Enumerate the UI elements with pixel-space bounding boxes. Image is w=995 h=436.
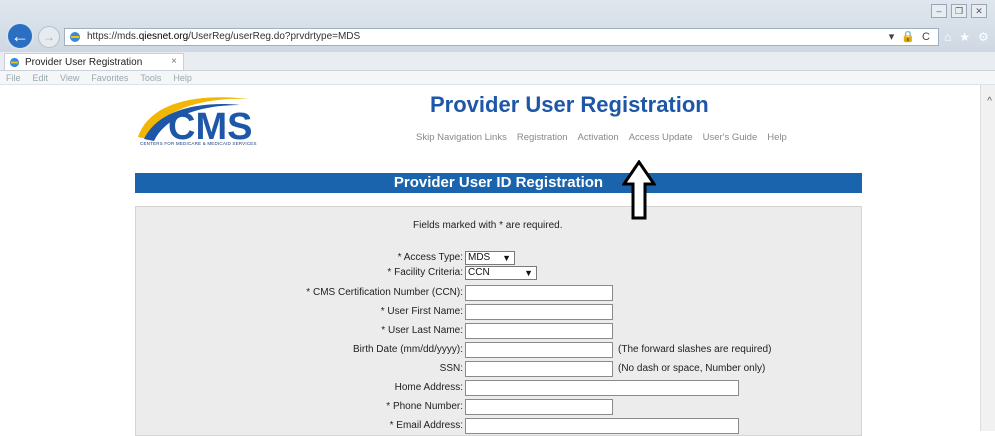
home-address-input[interactable] xyxy=(465,380,739,396)
menu-help[interactable]: Help xyxy=(173,73,192,83)
ssn-hint: (No dash or space, Number only) xyxy=(618,363,766,374)
address-bar[interactable]: https://mds.qiesnet.org/UserReg/userReg.… xyxy=(64,28,939,46)
first-name-input[interactable] xyxy=(465,304,613,320)
ccn-input[interactable] xyxy=(465,285,613,301)
home-address-label: Home Address: xyxy=(394,382,463,393)
ie-page-icon xyxy=(70,32,80,42)
minimize-button[interactable]: – xyxy=(931,4,947,18)
chevron-down-icon: ▼ xyxy=(524,268,533,278)
favorites-star-icon[interactable]: ★ xyxy=(959,30,970,44)
tab-row: Provider User Registration × xyxy=(0,52,995,71)
tab-provider-user-registration[interactable]: Provider User Registration × xyxy=(4,53,184,70)
nav-skip-navigation-links[interactable]: Skip Navigation Links xyxy=(416,132,507,143)
menu-edit[interactable]: Edit xyxy=(33,73,49,83)
last-name-input[interactable] xyxy=(465,323,613,339)
cms-logo-subtext: CENTERS FOR MEDICARE & MEDICAID SERVICES xyxy=(140,141,257,146)
settings-gear-icon[interactable]: ⚙ xyxy=(978,30,989,44)
birth-date-label: Birth Date (mm/dd/yyyy): xyxy=(352,344,463,355)
url-host: qiesnet.org xyxy=(138,31,189,42)
nav-registration[interactable]: Registration xyxy=(517,132,568,143)
nav-activation[interactable]: Activation xyxy=(578,132,619,143)
ie-page-icon xyxy=(9,57,20,68)
ssn-input[interactable] xyxy=(465,361,613,377)
forward-button[interactable]: → xyxy=(38,26,60,48)
chevron-down-icon: ▼ xyxy=(502,253,511,263)
tab-label: Provider User Registration xyxy=(25,56,143,68)
section-title-bar: Provider User ID Registration xyxy=(135,173,862,193)
facility-criteria-value: CCN xyxy=(468,267,490,278)
maximize-button[interactable]: ❐ xyxy=(951,4,967,18)
url-path: /UserReg/userReg.do?prvdrtype=MDS xyxy=(188,31,361,42)
menu-favorites[interactable]: Favorites xyxy=(91,73,128,83)
url-prefix: https://mds. xyxy=(87,31,139,42)
back-button[interactable]: ← xyxy=(6,22,34,50)
facility-criteria-select[interactable]: CCN ▼ xyxy=(465,266,537,280)
email-address-label: * Email Address: xyxy=(389,420,463,431)
birth-date-hint: (The forward slashes are required) xyxy=(618,344,772,355)
email-address-input[interactable] xyxy=(465,418,739,434)
page-title: Provider User Registration xyxy=(430,92,709,117)
home-icon[interactable]: ⌂ xyxy=(944,30,951,44)
url-text[interactable]: https://mds.qiesnet.org/UserReg/userReg.… xyxy=(87,31,360,42)
facility-criteria-label: * Facility Criteria: xyxy=(387,267,463,278)
nav-access-update[interactable]: Access Update xyxy=(629,132,693,143)
ssn-label: SSN: xyxy=(439,363,463,374)
first-name-label: * User First Name: xyxy=(380,306,463,317)
required-fields-note: Fields marked with * are required. xyxy=(413,220,563,231)
address-bar-controls[interactable]: ▾ 🔒 C xyxy=(889,30,932,43)
last-name-label: * User Last Name: xyxy=(381,325,463,336)
tab-close-icon[interactable]: × xyxy=(171,56,177,67)
nav-help[interactable]: Help xyxy=(767,132,787,143)
vertical-scrollbar[interactable] xyxy=(980,85,995,431)
close-window-button[interactable]: ✕ xyxy=(971,4,987,18)
access-type-label: * Access Type: xyxy=(397,252,463,263)
menu-bar: File Edit View Favorites Tools Help xyxy=(0,71,995,85)
birth-date-input[interactable] xyxy=(465,342,613,358)
access-type-select[interactable]: MDS ▼ xyxy=(465,251,515,265)
ccn-label: * CMS Certification Number (CCN): xyxy=(306,287,463,298)
nav-users-guide[interactable]: User's Guide xyxy=(703,132,758,143)
annotation-up-arrow-icon xyxy=(622,160,656,220)
phone-number-label: * Phone Number: xyxy=(386,401,463,412)
toolbar-icons: ⌂ ★ ⚙ xyxy=(944,30,989,44)
phone-number-input[interactable] xyxy=(465,399,613,415)
window-controls: – ❐ ✕ xyxy=(931,4,987,18)
page-navigation: Skip Navigation Links Registration Activ… xyxy=(416,132,787,143)
menu-file[interactable]: File xyxy=(6,73,21,83)
access-type-value: MDS xyxy=(468,252,491,263)
menu-tools[interactable]: Tools xyxy=(140,73,161,83)
scroll-up-arrow-icon[interactable]: ^ xyxy=(987,96,992,107)
menu-view[interactable]: View xyxy=(60,73,79,83)
